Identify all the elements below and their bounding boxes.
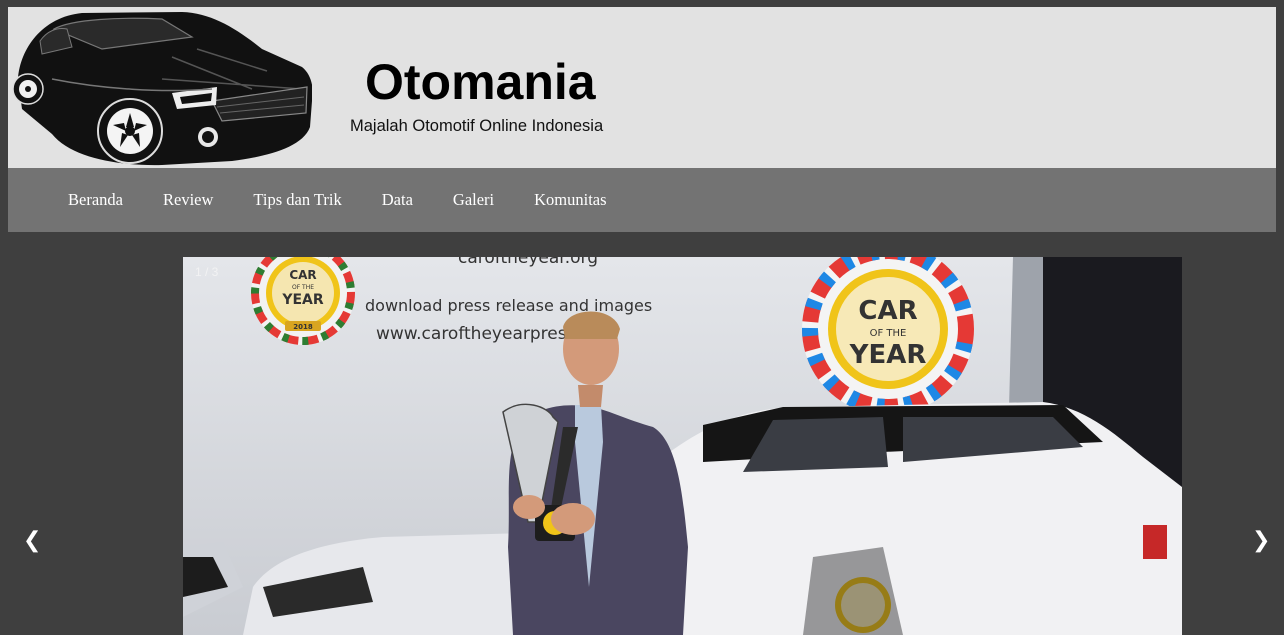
nav-list: Beranda Review Tips dan Trik Data Galeri…	[68, 168, 647, 232]
svg-text:CAR: CAR	[289, 268, 316, 282]
slideshow-prev-button[interactable]: ❮	[23, 530, 41, 552]
svg-text:2018: 2018	[293, 323, 313, 331]
svg-text:YEAR: YEAR	[281, 292, 324, 308]
slideshow: CAR OF THE YEAR 2018 caroftheyear.org do…	[0, 232, 1284, 635]
banner-top-text: caroftheyear.org	[458, 257, 598, 268]
car-of-the-year-photo: CAR OF THE YEAR 2018 caroftheyear.org do…	[183, 257, 1182, 635]
nav-item-komunitas[interactable]: Komunitas	[534, 190, 606, 210]
sports-car-logo-icon[interactable]	[12, 9, 312, 167]
nav-item-data[interactable]: Data	[382, 190, 413, 210]
svg-text:OF THE: OF THE	[292, 284, 314, 291]
site-title[interactable]: Otomania	[365, 57, 596, 107]
main-navigation: Beranda Review Tips dan Trik Data Galeri…	[8, 168, 1276, 232]
svg-text:CAR: CAR	[858, 296, 917, 326]
site-tagline: Majalah Otomotif Online Indonesia	[350, 117, 604, 135]
slide-counter: 1 / 3	[195, 265, 219, 279]
slideshow-next-button[interactable]: ❯	[1252, 530, 1270, 552]
nav-item-review[interactable]: Review	[163, 190, 213, 210]
site-header: Otomania Majalah Otomotif Online Indones…	[8, 7, 1276, 168]
nav-item-beranda[interactable]: Beranda	[68, 190, 123, 210]
slide-image: CAR OF THE YEAR 2018 caroftheyear.org do…	[183, 257, 1182, 635]
svg-text:OF THE: OF THE	[870, 328, 907, 339]
nav-item-tips-dan-trik[interactable]: Tips dan Trik	[253, 190, 341, 210]
nav-item-galeri[interactable]: Galeri	[453, 190, 494, 210]
banner-text-line1: download press release and images	[365, 296, 652, 315]
svg-text:YEAR: YEAR	[849, 340, 927, 370]
